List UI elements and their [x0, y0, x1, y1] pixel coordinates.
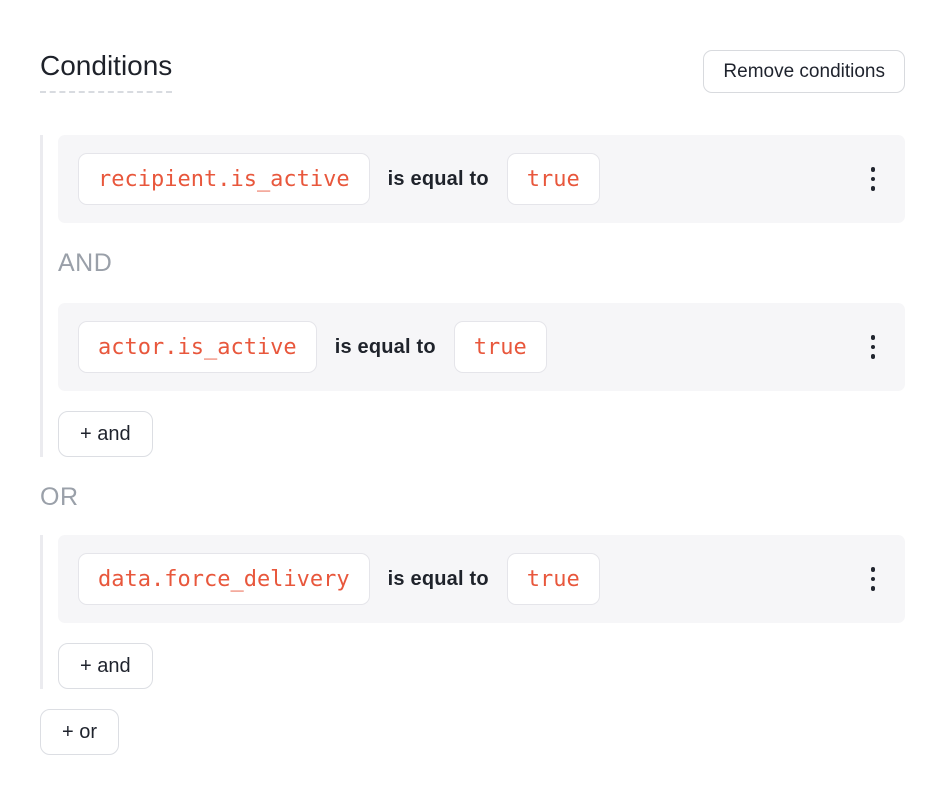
value-chip[interactable]: true [507, 153, 600, 205]
row-menu-button[interactable] [861, 161, 886, 197]
add-and-button[interactable]: + and [58, 643, 153, 689]
add-or-button[interactable]: + or [40, 709, 119, 755]
kebab-icon [871, 335, 876, 359]
value-chip[interactable]: true [507, 553, 600, 605]
field-chip[interactable]: data.force_delivery [78, 553, 370, 605]
condition-row: recipient.is_active is equal to true [58, 135, 905, 223]
condition-row: data.force_delivery is equal to true [58, 535, 905, 623]
kebab-icon [871, 167, 876, 191]
operator-label: is equal to [335, 336, 436, 359]
condition-row: actor.is_active is equal to true [58, 303, 905, 391]
field-chip[interactable]: actor.is_active [78, 321, 317, 373]
remove-conditions-button[interactable]: Remove conditions [703, 50, 905, 93]
operator-label: is equal to [388, 168, 489, 191]
condition-group-1: recipient.is_active is equal to true AND… [40, 135, 905, 457]
kebab-icon [871, 567, 876, 591]
and-joiner-label: AND [58, 249, 905, 277]
operator-label: is equal to [388, 568, 489, 591]
row-menu-button[interactable] [861, 329, 886, 365]
field-chip[interactable]: recipient.is_active [78, 153, 370, 205]
conditions-header: Conditions Remove conditions [40, 50, 905, 93]
add-and-button[interactable]: + and [58, 411, 153, 457]
or-joiner-label: OR [40, 483, 905, 511]
value-chip[interactable]: true [454, 321, 547, 373]
conditions-title: Conditions [40, 50, 172, 93]
conditions-panel: Conditions Remove conditions recipient.i… [0, 0, 946, 755]
condition-group-2: data.force_delivery is equal to true + a… [40, 535, 905, 689]
row-menu-button[interactable] [861, 561, 886, 597]
